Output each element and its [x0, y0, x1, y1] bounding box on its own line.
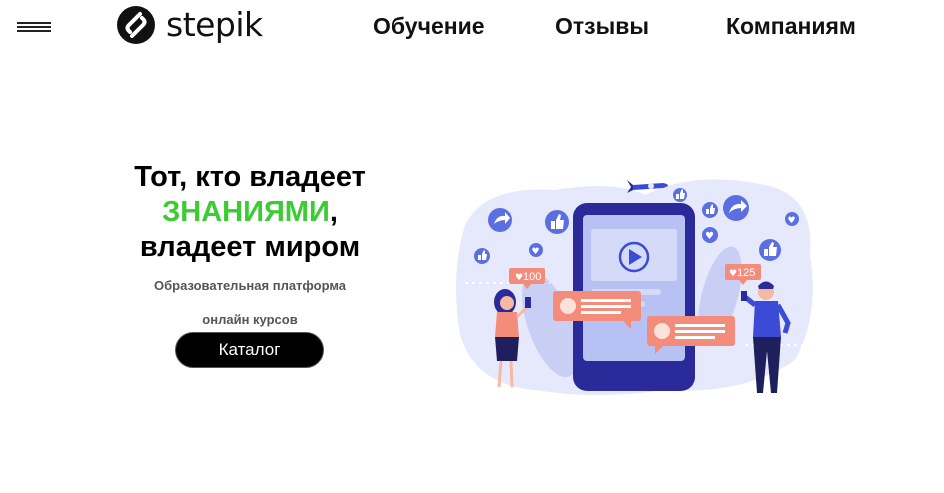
hero-illustration: ♥ 100 ♥ 125 ♥ ♥ ♥: [456, 179, 817, 395]
catalog-button[interactable]: Каталог: [175, 332, 324, 368]
svg-text:♥: ♥: [532, 247, 540, 257]
stepik-logo[interactable]: stepik: [116, 5, 263, 45]
svg-text:♥: ♥: [705, 231, 714, 242]
nav-link-learning[interactable]: Обучение: [373, 12, 485, 40]
svg-text:♥: ♥: [515, 273, 523, 283]
thumbs-up-icon: [702, 202, 718, 218]
hero-subtitle-line2: онлайн курсов: [202, 312, 298, 327]
svg-text:♥: ♥: [729, 269, 737, 279]
nav-link-companies[interactable]: Компаниям: [726, 12, 856, 40]
logo-text: stepik: [166, 5, 263, 44]
nav-link-reviews[interactable]: Отзывы: [555, 12, 649, 40]
hero-title: Тот, кто владеет ЗНАНИЯМИ, владеет миром: [110, 160, 390, 265]
hero-title-comma: ,: [329, 196, 338, 228]
share-icon: [723, 195, 749, 221]
thumbs-up-icon: [545, 210, 569, 234]
svg-text:♥: ♥: [788, 216, 796, 226]
heart-icon: ♥: [529, 243, 543, 257]
share-icon: [488, 208, 512, 232]
hero-title-accent: ЗНАНИЯМИ: [162, 196, 330, 228]
stepik-logo-icon: [117, 6, 155, 44]
thumbs-up-icon: [759, 239, 781, 261]
hero-title-line1: Тот, кто владеет: [134, 161, 366, 193]
menu-line: [17, 22, 51, 24]
menu-line: [17, 26, 51, 28]
heart-icon: ♥: [785, 212, 799, 226]
hamburger-menu-icon[interactable]: [17, 18, 51, 34]
heart-icon: ♥: [702, 227, 718, 243]
svg-text:100: 100: [523, 271, 541, 283]
hero-subtitle-line1: Образовательная платформа: [153, 278, 347, 293]
menu-line: [17, 30, 51, 32]
hero-title-line3: владеет миром: [139, 231, 361, 263]
thumbs-up-icon: [474, 248, 490, 264]
thumbs-up-icon: [673, 188, 687, 202]
svg-text:125: 125: [737, 267, 755, 279]
